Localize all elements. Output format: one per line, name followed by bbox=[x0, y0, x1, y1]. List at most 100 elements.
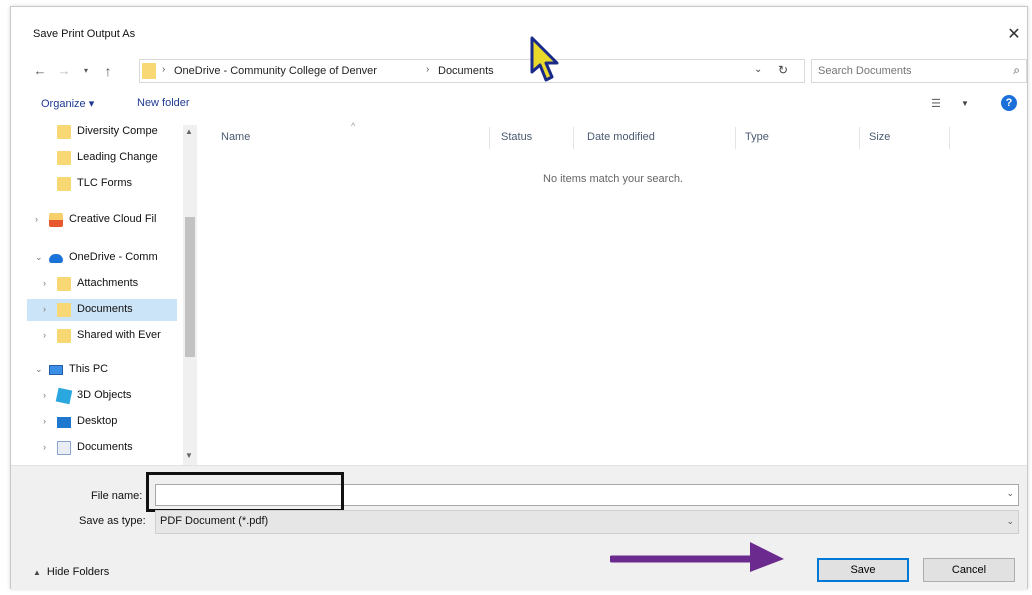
mouse-cursor-icon bbox=[530, 36, 559, 82]
refresh-icon[interactable]: ↻ bbox=[778, 63, 788, 77]
column-header-date-modified[interactable]: Date modified bbox=[587, 131, 655, 143]
creative-cloud-icon bbox=[49, 213, 63, 227]
expand-caret-icon[interactable]: › bbox=[43, 442, 46, 452]
cancel-button[interactable]: Cancel bbox=[923, 558, 1015, 582]
navigation-pane: Diversity Compe Leading Change TLC Forms… bbox=[27, 121, 189, 465]
hide-folders-button[interactable]: ▲ Hide Folders bbox=[33, 566, 109, 578]
view-dropdown-icon[interactable]: ▼ bbox=[961, 99, 969, 108]
tree-item-label: Documents bbox=[77, 441, 133, 453]
annotation-arrow-icon bbox=[610, 542, 784, 572]
sort-indicator-icon: ^ bbox=[351, 121, 356, 131]
3d-objects-icon bbox=[55, 387, 73, 405]
folder-icon bbox=[57, 277, 71, 291]
chevron-down-icon[interactable]: ⌄ bbox=[1006, 516, 1014, 527]
tree-item-label: Shared with Ever bbox=[77, 329, 161, 341]
view-options-icon[interactable]: ☰ bbox=[931, 97, 941, 110]
search-icon: ⌕ bbox=[1013, 63, 1020, 77]
tree-item-label: This PC bbox=[69, 363, 109, 375]
new-folder-button[interactable]: New folder bbox=[137, 97, 190, 109]
close-button[interactable]: ✕ bbox=[1001, 23, 1027, 47]
computer-icon bbox=[49, 365, 63, 375]
save-as-type-label: Save as type: bbox=[79, 515, 146, 527]
save-dialog: Save Print Output As ✕ ← → ▾ ↑ › OneDriv… bbox=[10, 6, 1029, 590]
expand-caret-icon[interactable]: › bbox=[43, 390, 46, 400]
empty-folder-message: No items match your search. bbox=[543, 173, 683, 185]
breadcrumb-documents[interactable]: Documents bbox=[438, 65, 494, 77]
save-options-area: File name: ⌄ Save as type: PDF Document … bbox=[11, 465, 1027, 590]
help-icon[interactable]: ? bbox=[1001, 95, 1017, 111]
up-arrow-icon[interactable]: ↑ bbox=[99, 61, 117, 81]
address-row: ← → ▾ ↑ › OneDrive - Community College o… bbox=[11, 57, 1027, 85]
tree-item-diversity[interactable]: Diversity Compe bbox=[27, 121, 177, 143]
tree-item-label: Desktop bbox=[77, 415, 118, 427]
column-header-status[interactable]: Status bbox=[501, 131, 532, 143]
breadcrumb-onedrive[interactable]: OneDrive - Community College of Denver bbox=[174, 65, 377, 77]
tree-item-pc-documents[interactable]: › Documents bbox=[27, 437, 177, 459]
column-header-type[interactable]: Type bbox=[745, 131, 769, 143]
scroll-up-icon[interactable]: ▲ bbox=[185, 127, 193, 136]
collapse-caret-icon[interactable]: ⌄ bbox=[35, 252, 43, 263]
search-box[interactable]: ⌕ bbox=[811, 59, 1027, 83]
tree-item-label: 3D Objects bbox=[77, 389, 132, 401]
column-header-size[interactable]: Size bbox=[869, 131, 890, 143]
column-divider[interactable] bbox=[735, 127, 736, 149]
tree-item-3d-objects[interactable]: › 3D Objects bbox=[27, 385, 177, 407]
expand-caret-icon[interactable]: › bbox=[43, 304, 46, 314]
collapse-caret-icon[interactable]: ⌄ bbox=[35, 364, 43, 375]
scrollbar-thumb[interactable] bbox=[185, 217, 195, 357]
tree-item-onedrive[interactable]: ⌄ OneDrive - Comm bbox=[27, 247, 177, 269]
save-as-type-value: PDF Document (*.pdf) bbox=[160, 515, 269, 527]
hide-folders-label: Hide Folders bbox=[46, 566, 110, 578]
column-divider[interactable] bbox=[859, 127, 860, 149]
tree-item-creative-cloud[interactable]: › Creative Cloud Fil bbox=[27, 209, 177, 231]
save-button[interactable]: Save bbox=[817, 558, 909, 582]
scroll-down-icon[interactable]: ▼ bbox=[185, 451, 193, 460]
tree-item-label: Creative Cloud Fil bbox=[69, 213, 157, 225]
expand-caret-icon[interactable]: › bbox=[43, 330, 46, 340]
search-input[interactable] bbox=[818, 63, 998, 79]
tree-item-this-pc[interactable]: ⌄ This PC bbox=[27, 359, 177, 381]
address-bar[interactable]: › OneDrive - Community College of Denver… bbox=[139, 59, 805, 83]
folder-icon bbox=[57, 125, 71, 139]
documents-icon bbox=[57, 441, 71, 455]
desktop-icon bbox=[57, 417, 71, 428]
navigation-scrollbar[interactable]: ▲ ▼ bbox=[183, 125, 197, 465]
file-list-pane: ^ Name Status Date modified Type Size No… bbox=[203, 121, 1029, 465]
folder-icon bbox=[57, 329, 71, 343]
forward-arrow-icon[interactable]: → bbox=[55, 61, 73, 81]
address-dropdown-icon[interactable]: ⌄ bbox=[754, 64, 762, 75]
tree-item-leading-change[interactable]: Leading Change bbox=[27, 147, 177, 169]
file-name-dropdown-icon[interactable]: ⌄ bbox=[1006, 488, 1014, 499]
breadcrumb-separator-icon: › bbox=[162, 64, 166, 75]
file-name-label: File name: bbox=[91, 490, 143, 502]
tree-item-label: Leading Change bbox=[77, 151, 158, 163]
recent-locations-icon[interactable]: ▾ bbox=[77, 61, 95, 81]
tree-item-label: TLC Forms bbox=[77, 177, 132, 189]
column-divider[interactable] bbox=[489, 127, 490, 149]
title-bar: Save Print Output As ✕ bbox=[11, 7, 1027, 49]
tree-item-documents-selected[interactable]: › Documents bbox=[27, 299, 177, 321]
onedrive-icon bbox=[49, 254, 63, 263]
expand-caret-icon[interactable]: › bbox=[43, 278, 46, 288]
tree-item-attachments[interactable]: › Attachments bbox=[27, 273, 177, 295]
tree-item-desktop[interactable]: › Desktop bbox=[27, 411, 177, 433]
tree-item-shared[interactable]: › Shared with Ever bbox=[27, 325, 177, 347]
dialog-title: Save Print Output As bbox=[33, 28, 136, 40]
folder-icon bbox=[57, 303, 71, 317]
expand-caret-icon[interactable]: › bbox=[43, 416, 46, 426]
tree-item-tlc-forms[interactable]: TLC Forms bbox=[27, 173, 177, 195]
column-divider[interactable] bbox=[573, 127, 574, 149]
back-arrow-icon[interactable]: ← bbox=[31, 61, 49, 81]
folder-icon bbox=[142, 63, 156, 79]
column-divider[interactable] bbox=[949, 127, 950, 149]
expand-caret-icon[interactable]: › bbox=[35, 214, 38, 224]
column-header-name[interactable]: Name bbox=[221, 131, 250, 143]
tree-item-label: Diversity Compe bbox=[77, 125, 158, 137]
tree-item-label: Attachments bbox=[77, 277, 139, 289]
tree-item-label: Documents bbox=[77, 303, 133, 315]
breadcrumb-separator-icon: › bbox=[426, 64, 430, 75]
folder-icon bbox=[57, 151, 71, 165]
toolbar: Organize ▾ New folder ☰ ▼ ? bbox=[11, 91, 1027, 117]
save-as-type-select[interactable]: PDF Document (*.pdf) ⌄ bbox=[155, 510, 1019, 534]
organize-button[interactable]: Organize ▾ bbox=[41, 97, 94, 110]
